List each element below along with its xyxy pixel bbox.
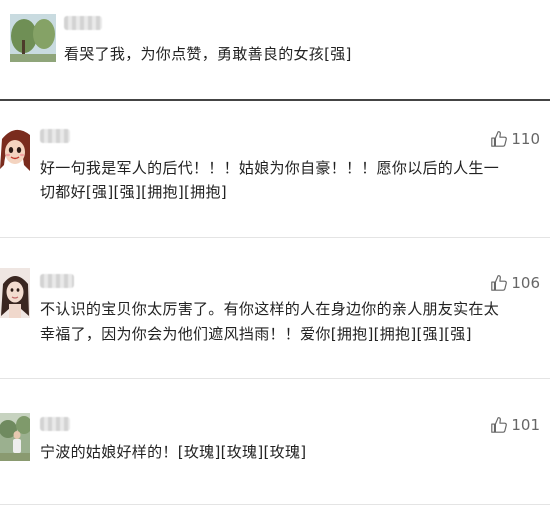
like-count: 106 bbox=[511, 274, 540, 292]
like-count: 110 bbox=[511, 130, 540, 148]
reply-username[interactable] bbox=[64, 16, 102, 30]
comment-divider bbox=[0, 504, 550, 505]
like-button[interactable]: 101 bbox=[490, 413, 540, 437]
comment-item: 110 好一句我是军人的后代！！！姑娘为你自豪！！！愿你以后的人生一 切都好[强… bbox=[0, 101, 550, 237]
outdoor-person-avatar[interactable] bbox=[0, 413, 30, 461]
comment-username[interactable] bbox=[40, 417, 70, 431]
like-count: 101 bbox=[511, 416, 540, 434]
comment-text-line: 切都好[强][强][拥抱][拥抱] bbox=[40, 183, 227, 201]
reply-text: 看哭了我，为你点赞，勇敢善良的女孩[强] bbox=[64, 45, 352, 63]
like-button[interactable]: 106 bbox=[490, 271, 540, 295]
cartoon-girl-avatar[interactable] bbox=[0, 125, 30, 175]
thumbs-up-icon bbox=[491, 131, 508, 147]
comment-item: 106 不认识的宝贝你太厉害了。有你这样的人在身边你的亲人朋友实在太 幸福了，因… bbox=[0, 238, 550, 378]
reply-avatar[interactable] bbox=[10, 14, 56, 62]
comment-username[interactable] bbox=[40, 129, 70, 143]
thumbs-up-icon bbox=[491, 417, 508, 433]
reply-item: 看哭了我，为你点赞，勇敢善良的女孩[强] bbox=[0, 0, 550, 90]
comment-text-line: 好一句我是军人的后代！！！姑娘为你自豪！！！愿你以后的人生一 bbox=[40, 159, 500, 177]
comment-item: 101 宁波的姑娘好样的！[玫瑰][玫瑰][玫瑰] bbox=[0, 379, 550, 504]
comment-username[interactable] bbox=[40, 274, 74, 288]
woman-photo-icon bbox=[0, 268, 30, 318]
comment-text-line: 不认识的宝贝你太厉害了。有你这样的人在身边你的亲人朋友实在太 bbox=[40, 300, 500, 318]
comment-text-line: 幸福了，因为你会为他们遮风挡雨！！爱你[拥抱][拥抱][强][强] bbox=[40, 325, 472, 343]
cartoon-girl-icon bbox=[0, 125, 30, 175]
like-button[interactable]: 110 bbox=[490, 127, 540, 151]
outdoor-person-icon bbox=[0, 413, 30, 461]
thumbs-up-icon bbox=[491, 275, 508, 291]
comment-text-line: 宁波的姑娘好样的！[玫瑰][玫瑰][玫瑰] bbox=[40, 443, 307, 461]
tree-landscape-image bbox=[10, 14, 56, 62]
woman-photo-avatar[interactable] bbox=[0, 268, 30, 318]
